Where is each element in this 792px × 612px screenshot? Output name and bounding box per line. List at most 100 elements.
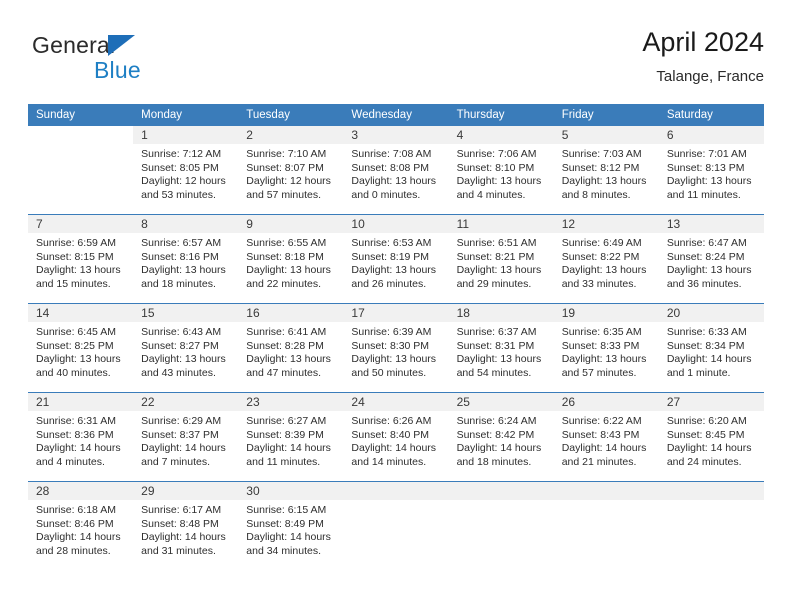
day-cell-inner: 11 Sunrise: 6:51 AM Sunset: 8:21 PM Dayligh… [448, 215, 554, 303]
day-number: 17 [343, 304, 449, 322]
day-sun-info: Sunrise: 7:06 AM Sunset: 8:10 PM Daylight:… [449, 144, 554, 202]
day-sun-info: Sunrise: 6:24 AM Sunset: 8:42 PM Daylight:… [449, 411, 554, 469]
day-sun-info: Sunrise: 6:49 AM Sunset: 8:22 PM Daylight:… [554, 233, 659, 291]
sunrise-time: Sunrise: 7:03 AM [561, 148, 642, 160]
calendar-body: 1 Sunrise: 7:12 AM Sunset: 8:05 PM Daylight… [28, 126, 764, 570]
day-cell-inner: 3 Sunrise: 7:08 AM Sunset: 8:08 PM Daylight… [343, 126, 449, 214]
calendar-day-cell[interactable]: 13 Sunrise: 6:47 AM Sunset: 8:24 PM Dayligh… [658, 214, 764, 304]
calendar-day-cell[interactable]: 27 Sunrise: 6:20 AM Sunset: 8:45 PM Dayligh… [658, 392, 764, 482]
daylight-duration-line2: and 28 minutes. [36, 544, 111, 557]
sunset-time: Sunset: 8:37 PM [141, 428, 219, 441]
page-title: April 2024 [642, 27, 764, 57]
calendar-day-cell[interactable]: 10 Sunrise: 6:53 AM Sunset: 8:19 PM Dayligh… [343, 214, 449, 304]
sunset-time: Sunset: 8:31 PM [456, 339, 535, 352]
calendar-day-cell[interactable]: 2 Sunrise: 7:10 AM Sunset: 8:07 PM Daylight… [238, 126, 344, 215]
sunrise-time: Sunrise: 6:29 AM [141, 415, 222, 427]
calendar-day-cell[interactable]: 12 Sunrise: 6:49 AM Sunset: 8:22 PM Dayligh… [553, 214, 659, 304]
sunset-time: Sunset: 8:45 PM [666, 428, 745, 441]
daylight-duration-line1: Daylight: 13 hours [561, 264, 647, 277]
calendar-day-cell[interactable]: 5 Sunrise: 7:03 AM Sunset: 8:12 PM Daylight… [553, 126, 659, 215]
sunrise-time: Sunrise: 6:17 AM [141, 504, 222, 516]
daylight-duration-line2: and 54 minutes. [456, 366, 532, 379]
calendar-day-cell[interactable]: 1 Sunrise: 7:12 AM Sunset: 8:05 PM Daylight… [133, 126, 239, 215]
day-number: 14 [28, 304, 134, 322]
calendar-day-cell[interactable]: 14 Sunrise: 6:45 AM Sunset: 8:25 PM Dayligh… [28, 303, 134, 393]
calendar-day-cell[interactable]: 4 Sunrise: 7:06 AM Sunset: 8:10 PM Daylight… [448, 126, 554, 215]
sunset-time: Sunset: 8:39 PM [246, 428, 324, 441]
calendar-day-cell[interactable]: 19 Sunrise: 6:35 AM Sunset: 8:33 PM Dayligh… [553, 303, 659, 393]
calendar-day-cell[interactable]: 25 Sunrise: 6:24 AM Sunset: 8:42 PM Dayligh… [448, 392, 554, 482]
calendar-day-cell[interactable]: 26 Sunrise: 6:22 AM Sunset: 8:43 PM Dayligh… [553, 392, 659, 482]
day-number: 8 [133, 215, 239, 233]
day-sun-info: Sunrise: 6:53 AM Sunset: 8:19 PM Daylight:… [343, 233, 448, 291]
daylight-duration-line2: and 0 minutes. [351, 188, 421, 201]
day-sun-info: Sunrise: 6:22 AM Sunset: 8:43 PM Daylight:… [554, 411, 659, 469]
calendar-day-cell[interactable]: 22 Sunrise: 6:29 AM Sunset: 8:37 PM Dayligh… [133, 392, 239, 482]
daylight-duration-line2: and 1 minute. [666, 366, 731, 379]
daylight-duration-line1: Daylight: 13 hours [351, 353, 437, 366]
day-sun-info: Sunrise: 6:57 AM Sunset: 8:16 PM Daylight:… [133, 233, 238, 291]
weekday-header-tuesday: Tuesday [238, 104, 344, 126]
day-sun-info: Sunrise: 6:33 AM Sunset: 8:34 PM Daylight:… [659, 322, 764, 380]
day-cell-inner: 2 Sunrise: 7:10 AM Sunset: 8:07 PM Daylight… [238, 126, 344, 214]
daylight-duration-line2: and 26 minutes. [351, 277, 427, 290]
day-number: 21 [28, 393, 134, 411]
daylight-duration-line1: Daylight: 14 hours [561, 442, 647, 455]
logo-text-blue: Blue [94, 57, 141, 83]
daylight-duration-line2: and 8 minutes. [561, 188, 631, 201]
calendar-day-cell[interactable]: 18 Sunrise: 6:37 AM Sunset: 8:31 PM Dayligh… [448, 303, 554, 393]
calendar-day-cell[interactable]: 7 Sunrise: 6:59 AM Sunset: 8:15 PM Daylight… [28, 214, 134, 304]
day-cell-inner: 26 Sunrise: 6:22 AM Sunset: 8:43 PM Dayligh… [553, 393, 659, 481]
day-sun-info [449, 500, 554, 504]
sunset-time: Sunset: 8:07 PM [246, 161, 324, 174]
daylight-duration-line1: Daylight: 14 hours [141, 442, 226, 455]
calendar-day-cell[interactable]: 8 Sunrise: 6:57 AM Sunset: 8:16 PM Daylight… [133, 214, 239, 304]
calendar-day-cell[interactable]: 23 Sunrise: 6:27 AM Sunset: 8:39 PM Dayligh… [238, 392, 344, 482]
sunset-time: Sunset: 8:05 PM [141, 161, 219, 174]
sunrise-time: Sunrise: 6:37 AM [456, 326, 537, 338]
calendar-day-cell[interactable]: 6 Sunrise: 7:01 AM Sunset: 8:13 PM Daylight… [658, 126, 764, 215]
sunrise-time: Sunrise: 7:01 AM [666, 148, 747, 160]
daylight-duration-line2: and 4 minutes. [456, 188, 526, 201]
daylight-duration-line1: Daylight: 14 hours [141, 531, 226, 544]
calendar-day-cell[interactable]: 15 Sunrise: 6:43 AM Sunset: 8:27 PM Dayligh… [133, 303, 239, 393]
calendar-day-cell[interactable]: 17 Sunrise: 6:39 AM Sunset: 8:30 PM Dayligh… [343, 303, 449, 393]
sunset-time: Sunset: 8:19 PM [351, 250, 430, 263]
day-sun-info: Sunrise: 6:20 AM Sunset: 8:45 PM Daylight:… [659, 411, 764, 469]
day-sun-info [659, 500, 764, 504]
calendar-day-cell[interactable]: 16 Sunrise: 6:41 AM Sunset: 8:28 PM Dayligh… [238, 303, 344, 393]
daylight-duration-line1: Daylight: 14 hours [36, 442, 121, 455]
sunset-time: Sunset: 8:15 PM [36, 250, 114, 263]
daylight-duration-line2: and 15 minutes. [36, 277, 111, 290]
sunset-time: Sunset: 8:25 PM [36, 339, 114, 352]
calendar-week-row: 1 Sunrise: 7:12 AM Sunset: 8:05 PM Daylight… [28, 126, 764, 215]
calendar-day-cell[interactable]: 3 Sunrise: 7:08 AM Sunset: 8:08 PM Daylight… [343, 126, 449, 215]
day-number: 28 [28, 482, 134, 500]
day-cell-inner: 28 Sunrise: 6:18 AM Sunset: 8:46 PM Dayligh… [28, 482, 134, 570]
daylight-duration-line1: Daylight: 13 hours [36, 264, 121, 277]
day-sun-info: Sunrise: 6:35 AM Sunset: 8:33 PM Daylight:… [554, 322, 659, 380]
calendar-day-cell[interactable]: 11 Sunrise: 6:51 AM Sunset: 8:21 PM Dayligh… [448, 214, 554, 304]
day-number: 27 [658, 393, 764, 411]
daylight-duration-line2: and 21 minutes. [561, 455, 637, 468]
day-cell-inner: 17 Sunrise: 6:39 AM Sunset: 8:30 PM Dayligh… [343, 304, 449, 392]
calendar-day-cell[interactable]: 29 Sunrise: 6:17 AM Sunset: 8:48 PM Dayligh… [133, 481, 239, 570]
sunrise-time: Sunrise: 6:57 AM [141, 237, 222, 249]
day-sun-info: Sunrise: 6:39 AM Sunset: 8:30 PM Daylight:… [343, 322, 448, 380]
day-cell-inner: 22 Sunrise: 6:29 AM Sunset: 8:37 PM Dayligh… [133, 393, 239, 481]
calendar-day-cell[interactable]: 28 Sunrise: 6:18 AM Sunset: 8:46 PM Dayligh… [28, 481, 134, 570]
calendar-day-cell-empty [343, 481, 449, 570]
day-sun-info: Sunrise: 6:26 AM Sunset: 8:40 PM Daylight:… [343, 411, 448, 469]
sunset-time: Sunset: 8:22 PM [561, 250, 640, 263]
calendar-day-cell[interactable]: 20 Sunrise: 6:33 AM Sunset: 8:34 PM Dayligh… [658, 303, 764, 393]
calendar-day-cell[interactable]: 30 Sunrise: 6:15 AM Sunset: 8:49 PM Dayligh… [238, 481, 344, 570]
day-cell-inner [553, 482, 659, 570]
calendar-day-cell[interactable]: 9 Sunrise: 6:55 AM Sunset: 8:18 PM Daylight… [238, 214, 344, 304]
daylight-duration-line2: and 36 minutes. [666, 277, 742, 290]
calendar-day-cell[interactable]: 24 Sunrise: 6:26 AM Sunset: 8:40 PM Dayligh… [343, 392, 449, 482]
day-number: 22 [133, 393, 239, 411]
day-sun-info: Sunrise: 7:10 AM Sunset: 8:07 PM Daylight:… [238, 144, 343, 202]
calendar-day-cell[interactable]: 21 Sunrise: 6:31 AM Sunset: 8:36 PM Dayligh… [28, 392, 134, 482]
daylight-duration-line1: Daylight: 12 hours [141, 175, 226, 188]
sunset-time: Sunset: 8:30 PM [351, 339, 430, 352]
